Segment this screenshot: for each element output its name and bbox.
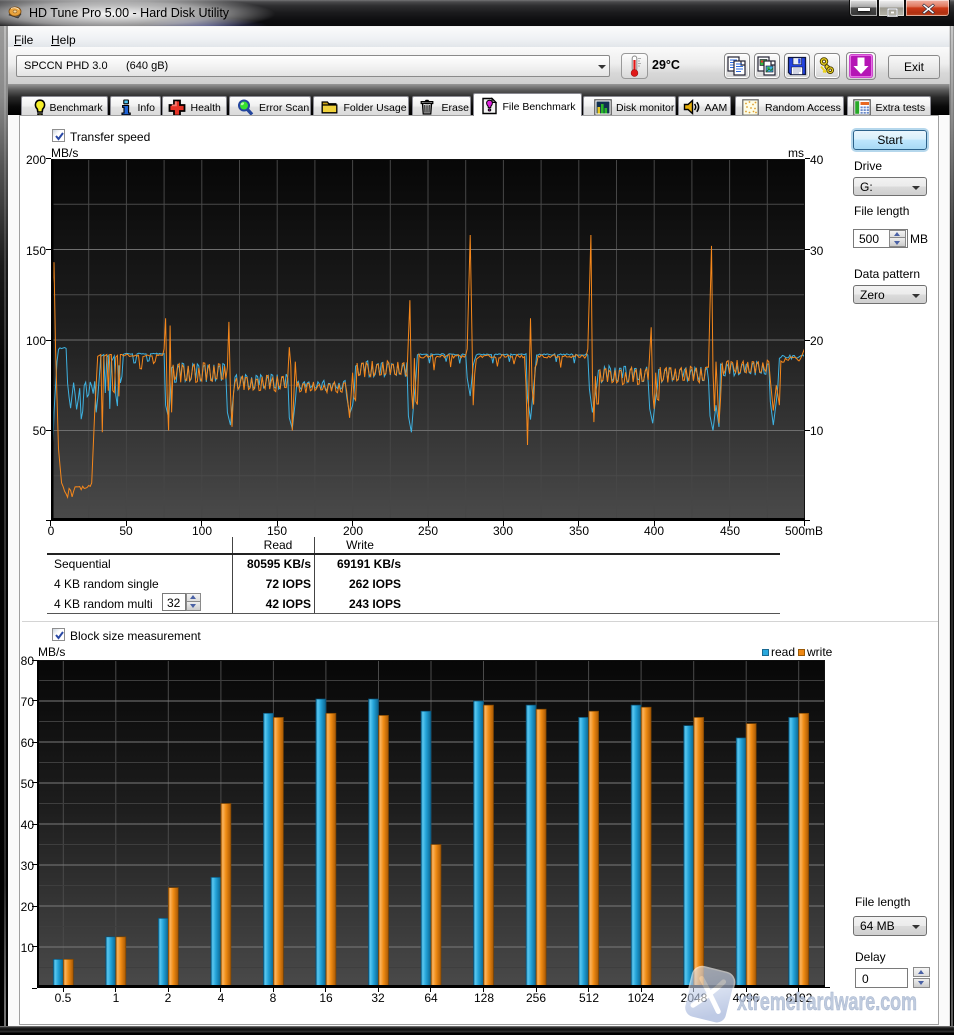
svg-text:xtremehardware.com: xtremehardware.com xyxy=(737,988,917,1016)
